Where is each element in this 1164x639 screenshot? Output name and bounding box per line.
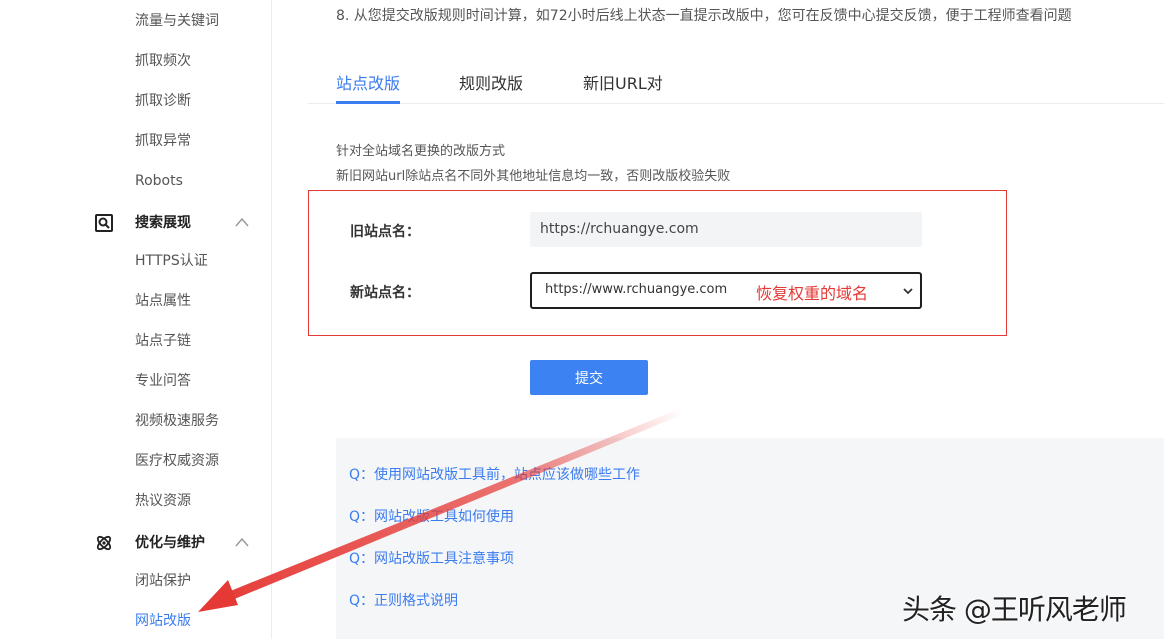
sidebar-group-search-display[interactable]: 搜索展现: [0, 209, 272, 237]
tab-bar: [308, 60, 1164, 104]
chevron-up-icon[interactable]: [234, 535, 250, 549]
sidebar-group-optimize-maintain[interactable]: 优化与维护: [0, 529, 272, 557]
sidebar-item-crawl-errors[interactable]: 抓取异常: [135, 131, 191, 151]
chevron-down-icon: [903, 288, 913, 295]
sidebar-item-professional-qa[interactable]: 专业问答: [135, 371, 191, 391]
old-site-label: 旧站点名：: [350, 224, 420, 240]
sidebar-item-medical-resources[interactable]: 医疗权威资源: [135, 451, 219, 471]
sidebar: 流量与关键词 抓取频次 抓取诊断 抓取异常 Robots 搜索展现 HTTPS认…: [0, 0, 272, 639]
sidebar-group-label: 搜索展现: [135, 215, 191, 231]
sidebar-item-site-closure[interactable]: 闭站保护: [135, 571, 191, 591]
sidebar-item-hot-topics[interactable]: 热议资源: [135, 491, 191, 511]
faq-link-how-to-use[interactable]: Q：网站改版工具如何使用: [349, 506, 514, 526]
annotation-text: 恢复权重的域名: [756, 284, 869, 303]
sidebar-item-https[interactable]: HTTPS认证: [135, 251, 208, 271]
description-line-1: 针对全站域名更换的改版方式: [336, 144, 506, 159]
new-site-select[interactable]: https://www.rchuangye.com 恢复权重的域名: [530, 272, 922, 309]
sidebar-item-crawl-frequency[interactable]: 抓取频次: [135, 51, 191, 71]
tab-url-pairs[interactable]: 新旧URL对: [583, 70, 663, 94]
chevron-up-icon[interactable]: [234, 215, 250, 229]
faq-link-regex-format[interactable]: Q：正则格式说明: [349, 590, 458, 610]
active-tab-indicator: [336, 101, 400, 104]
new-site-value: https://www.rchuangye.com: [545, 282, 728, 297]
sidebar-item-site-attributes[interactable]: 站点属性: [135, 291, 191, 311]
watermark: 头条 @王听风老师: [902, 593, 1127, 626]
sidebar-item-video-service[interactable]: 视频极速服务: [135, 411, 219, 431]
faq-link-precautions[interactable]: Q：网站改版工具注意事项: [349, 548, 514, 568]
tab-site-revision[interactable]: 站点改版: [336, 70, 400, 94]
old-site-field: https://rchuangye.com: [530, 212, 922, 247]
sidebar-item-crawl-diagnosis[interactable]: 抓取诊断: [135, 91, 191, 111]
description-line-2: 新旧网站url除站点名不同外其他地址信息均一致，否则改版校验失败: [336, 169, 731, 184]
sidebar-item-site-revision[interactable]: 网站改版: [135, 611, 191, 631]
tab-rule-revision[interactable]: 规则改版: [459, 70, 523, 94]
search-display-icon: [95, 214, 113, 232]
submit-button[interactable]: 提交: [530, 360, 648, 395]
sidebar-item-robots[interactable]: Robots: [135, 171, 183, 191]
sidebar-item-sitelinks[interactable]: 站点子链: [135, 331, 191, 351]
atom-icon: [96, 535, 112, 551]
sidebar-item-traffic-keywords[interactable]: 流量与关键词: [135, 11, 219, 31]
faq-link-preparation[interactable]: Q：使用网站改版工具前，站点应该做哪些工作: [349, 464, 640, 484]
sidebar-group-label: 优化与维护: [135, 535, 205, 551]
new-site-label: 新站点名：: [350, 285, 420, 301]
notice-text: 8. 从您提交改版规则时间计算，如72小时后线上状态一直提示改版中，您可在反馈中…: [336, 8, 1072, 24]
